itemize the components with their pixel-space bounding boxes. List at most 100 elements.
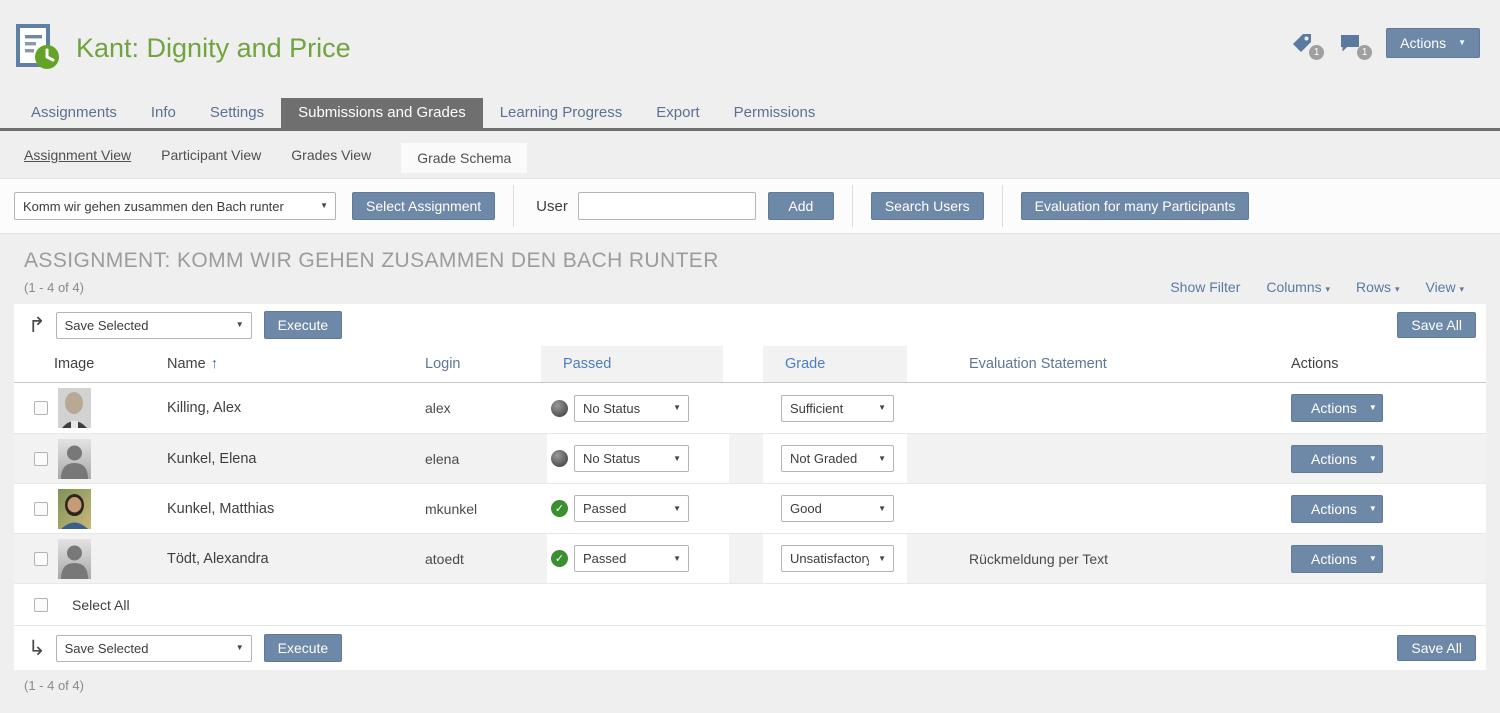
section-head: ASSIGNMENT: KOMM WIR GEHEN ZUSAMMEN DEN … xyxy=(24,249,1476,273)
subtab-assignment-view[interactable]: Assignment View xyxy=(24,147,131,163)
row-actions-button[interactable]: Actions ▼ xyxy=(1291,445,1383,473)
row-checkbox[interactable] xyxy=(34,502,48,516)
show-filter-link[interactable]: Show Filter xyxy=(1170,279,1240,295)
toolbar: Komm wir gehen zusammen den Bach runter … xyxy=(0,178,1500,234)
caret-down-icon: ▼ xyxy=(1369,455,1377,463)
bulk-action-select-bottom[interactable]: Save Selected xyxy=(57,636,251,661)
passed-cell: ✓ Passed ▼ xyxy=(547,484,729,533)
passed-cell: No Status ▼ xyxy=(547,383,729,433)
participant-login: alex xyxy=(425,400,541,416)
header-actions-label: Actions xyxy=(1400,35,1446,51)
passed-cell: No Status ▼ xyxy=(547,434,729,483)
tab-permissions[interactable]: Permissions xyxy=(717,98,833,128)
grade-select-wrap: Sufficient ▼ xyxy=(781,395,894,422)
header-actions: 1 1 Actions ▼ xyxy=(1290,24,1480,58)
columns-dropdown[interactable]: Columns ▾ xyxy=(1266,279,1330,295)
grade-cell: Sufficient ▼ xyxy=(763,383,907,433)
column-header-evaluation-statement[interactable]: Evaluation Statement xyxy=(969,356,1291,372)
column-header-actions: Actions xyxy=(1291,356,1486,372)
caret-down-icon: ▾ xyxy=(1395,284,1400,294)
actions-cell: Actions ▼ xyxy=(1291,545,1486,573)
participant-login: mkunkel xyxy=(425,501,541,517)
column-header-name[interactable]: Name↑ xyxy=(167,356,425,372)
row-actions-button[interactable]: Actions ▼ xyxy=(1291,495,1383,523)
evaluation-many-participants-label: Evaluation for many Participants xyxy=(1035,198,1236,214)
name-header-label: Name xyxy=(167,356,206,372)
participant-login: elena xyxy=(425,451,541,467)
tab-learning-progress[interactable]: Learning Progress xyxy=(483,98,640,128)
passed-status-select[interactable]: No Status xyxy=(575,446,688,471)
tab-bar: Assignments Info Settings Submissions an… xyxy=(0,98,1500,131)
assignment-section-title: ASSIGNMENT: KOMM WIR GEHEN ZUSAMMEN DEN … xyxy=(24,249,1476,273)
grade-select-wrap: Good ▼ xyxy=(781,495,894,522)
page-title: Kant: Dignity and Price xyxy=(76,33,351,64)
select-all-checkbox[interactable] xyxy=(34,598,48,612)
assignment-select[interactable]: Komm wir gehen zusammen den Bach runter xyxy=(15,193,335,219)
bulk-action-select-top[interactable]: Save Selected xyxy=(57,313,251,338)
add-button[interactable]: Add xyxy=(768,192,834,220)
check-glyph: ✓ xyxy=(555,502,564,515)
columns-label: Columns xyxy=(1266,279,1321,295)
search-users-label: Search Users xyxy=(885,198,970,214)
grade-select[interactable]: Not Graded xyxy=(782,446,893,471)
table-row: Kunkel, Elena elena No Status ▼ Not Grad… xyxy=(14,433,1486,483)
tab-submissions-and-grades[interactable]: Submissions and Grades xyxy=(281,98,483,128)
row-actions-button[interactable]: Actions ▼ xyxy=(1291,394,1383,422)
tab-settings[interactable]: Settings xyxy=(193,98,281,128)
save-all-button-bottom[interactable]: Save All xyxy=(1397,635,1476,661)
header-actions-button[interactable]: Actions ▼ xyxy=(1386,28,1480,58)
row-checkbox[interactable] xyxy=(34,401,48,415)
subtab-grades-view[interactable]: Grades View xyxy=(291,147,371,163)
evaluation-many-participants-button[interactable]: Evaluation for many Participants xyxy=(1021,192,1250,220)
execute-button-bottom[interactable]: Execute xyxy=(264,634,343,662)
comments-icon[interactable]: 1 xyxy=(1338,31,1364,55)
grade-cell: Unsatisfactory ▼ xyxy=(763,534,907,583)
save-all-label: Save All xyxy=(1411,640,1462,656)
actions-cell: Actions ▼ xyxy=(1291,394,1486,422)
row-checkbox[interactable] xyxy=(34,552,48,566)
rows-dropdown[interactable]: Rows ▾ xyxy=(1356,279,1399,295)
column-header-passed[interactable]: Passed xyxy=(563,356,611,372)
tab-assignments[interactable]: Assignments xyxy=(14,98,134,128)
tags-icon[interactable]: 1 xyxy=(1290,31,1316,55)
subtab-grade-schema[interactable]: Grade Schema xyxy=(401,143,527,173)
avatar-placeholder xyxy=(58,539,91,579)
table-row: Killing, Alex alex No Status ▼ Sufficien… xyxy=(14,383,1486,433)
grade-select[interactable]: Unsatisfactory xyxy=(782,546,893,571)
avatar xyxy=(58,388,91,428)
arrow-up-right-icon: ↱ xyxy=(28,315,46,336)
add-label: Add xyxy=(788,198,813,214)
select-assignment-button[interactable]: Select Assignment xyxy=(352,192,495,220)
save-all-button-top[interactable]: Save All xyxy=(1397,312,1476,338)
user-input[interactable] xyxy=(578,192,756,220)
grade-select[interactable]: Good xyxy=(782,496,893,521)
grade-cell: Good ▼ xyxy=(763,484,907,533)
avatar-placeholder xyxy=(58,439,91,479)
execute-label: Execute xyxy=(278,640,329,656)
grade-select-wrap: Unsatisfactory ▼ xyxy=(781,545,894,572)
caret-down-icon: ▼ xyxy=(1369,404,1377,412)
tab-info[interactable]: Info xyxy=(134,98,193,128)
rows-label: Rows xyxy=(1356,279,1391,295)
subtab-participant-view[interactable]: Participant View xyxy=(161,147,261,163)
row-actions-button[interactable]: Actions ▼ xyxy=(1291,545,1383,573)
grade-select[interactable]: Sufficient xyxy=(782,396,893,421)
passed-status-select[interactable]: Passed xyxy=(575,546,688,571)
toolbar-divider xyxy=(852,185,853,227)
execute-button-top[interactable]: Execute xyxy=(264,311,343,339)
status-passed-check-icon: ✓ xyxy=(551,500,568,517)
evaluation-statement: Rückmeldung per Text xyxy=(969,551,1291,567)
column-header-login[interactable]: Login xyxy=(425,356,541,372)
passed-status-select[interactable]: No Status xyxy=(575,396,688,421)
tab-export[interactable]: Export xyxy=(639,98,716,128)
view-dropdown[interactable]: View ▾ xyxy=(1425,279,1464,295)
column-header-grade[interactable]: Grade xyxy=(785,356,825,372)
caret-down-icon: ▼ xyxy=(1369,555,1377,563)
participant-login: atoedt xyxy=(425,551,541,567)
row-checkbox[interactable] xyxy=(34,452,48,466)
row-actions-label: Actions xyxy=(1311,551,1357,567)
search-users-button[interactable]: Search Users xyxy=(871,192,984,220)
passed-status-select[interactable]: Passed xyxy=(575,496,688,521)
bulk-command-row-bottom: ↳ Save Selected ▼ Execute Save All xyxy=(14,625,1486,670)
actions-cell: Actions ▼ xyxy=(1291,495,1486,523)
